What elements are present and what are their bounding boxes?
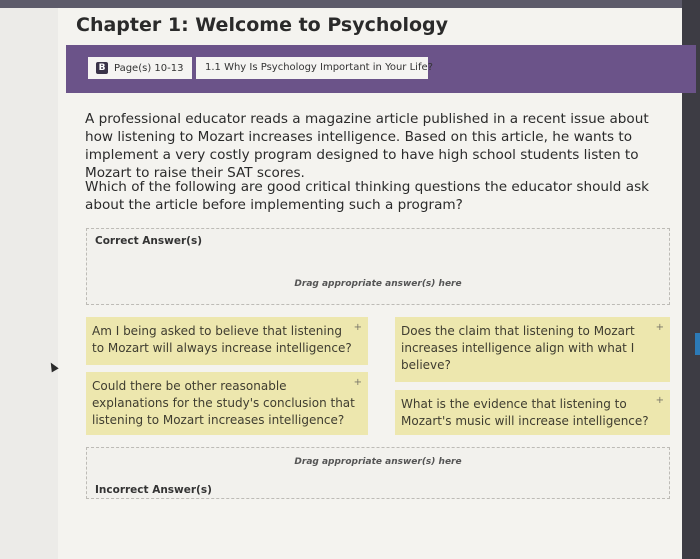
answer-text: What is the evidence that listening to M… (401, 397, 649, 428)
answer-text: Am I being asked to believe that listeni… (92, 324, 352, 355)
incorrect-dropzone-hint: Drag appropriate answer(s) here (294, 457, 462, 467)
section-title[interactable]: 1.1 Why Is Psychology Important in Your … (196, 57, 433, 79)
plus-icon: + (353, 377, 362, 388)
correct-dropzone-hint: Drag appropriate answer(s) here (294, 279, 462, 289)
plus-icon: + (353, 322, 362, 333)
mouse-cursor-icon (47, 360, 59, 373)
book-icon: B (96, 62, 108, 74)
incorrect-answers-label: Incorrect Answer(s) (95, 484, 212, 496)
chapter-title: Chapter 1: Welcome to Psychology (76, 14, 449, 36)
answer-text: Does the claim that listening to Mozart … (401, 324, 635, 372)
answer-card[interactable]: What is the evidence that listening to M… (395, 390, 670, 435)
answer-text: Could there be other reasonable explanat… (92, 379, 355, 427)
top-strip (0, 0, 700, 8)
plus-icon: + (655, 395, 664, 406)
answer-card[interactable]: Does the claim that listening to Mozart … (395, 317, 670, 382)
question-paragraph: A professional educator reads a magazine… (85, 111, 649, 181)
answer-card[interactable]: Am I being asked to believe that listeni… (86, 317, 368, 365)
answer-card[interactable]: Could there be other reasonable explanat… (86, 372, 368, 435)
correct-answers-dropzone[interactable]: Correct Answer(s) Drag appropriate answe… (86, 228, 670, 305)
pages-button[interactable]: B Page(s) 10-13 (88, 57, 192, 79)
question-prompt: Which of the following are good critical… (85, 179, 650, 213)
side-tab[interactable] (695, 333, 700, 355)
pages-label: Page(s) 10-13 (114, 62, 184, 74)
plus-icon: + (655, 322, 664, 333)
incorrect-answers-dropzone[interactable]: Drag appropriate answer(s) here Incorrec… (86, 447, 670, 499)
correct-answers-label: Correct Answer(s) (95, 235, 202, 247)
